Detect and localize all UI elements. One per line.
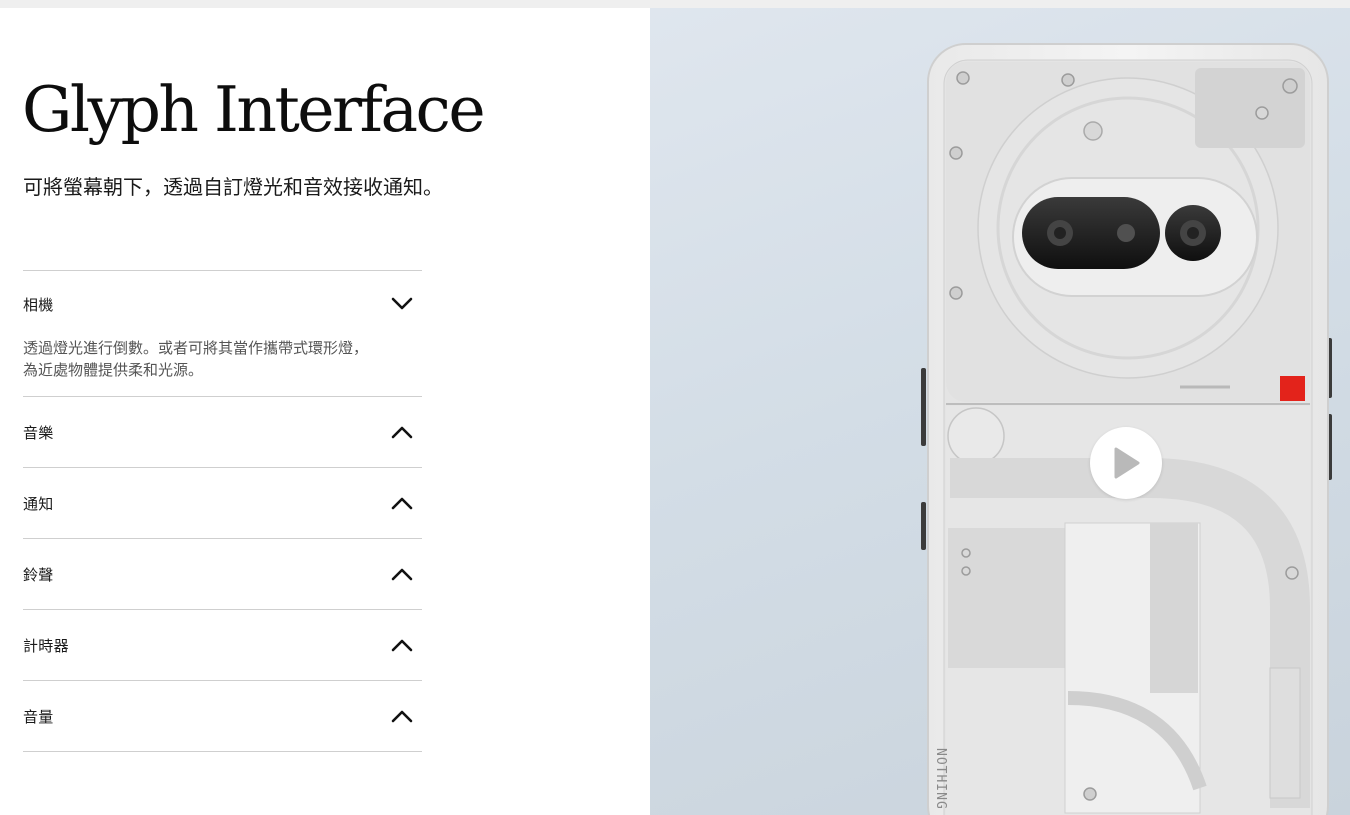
chevron-up-icon bbox=[390, 491, 414, 515]
accordion-body-camera: 透過燈光進行倒數。或者可將其當作攜帶式環形燈，為近處物體提供柔和光源。 bbox=[23, 339, 369, 379]
accordion-label: 相機 bbox=[23, 295, 54, 314]
accordion-label: 計時器 bbox=[23, 636, 69, 655]
accordion-label: 音樂 bbox=[23, 423, 54, 442]
accordion-header-volume[interactable]: 音量 bbox=[23, 681, 422, 751]
accordion-header-timer[interactable]: 計時器 bbox=[23, 610, 422, 680]
phone-image bbox=[921, 43, 1332, 815]
chevron-up-icon bbox=[390, 420, 414, 444]
accordion-label: 音量 bbox=[23, 707, 54, 726]
page-title: Glyph Interface bbox=[22, 73, 486, 146]
chevron-up-icon bbox=[390, 633, 414, 657]
chevron-up-icon bbox=[390, 704, 414, 728]
accordion-header-notification[interactable]: 通知 bbox=[23, 468, 422, 538]
accordion-header-music[interactable]: 音樂 bbox=[23, 397, 422, 467]
accordion-item-camera: 相機 透過燈光進行倒數。或者可將其當作攜帶式環形燈，為近處物體提供柔和光源。 bbox=[23, 271, 422, 397]
page-subtitle: 可將螢幕朝下，透過自訂燈光和音效接收通知。 bbox=[23, 175, 443, 199]
play-icon bbox=[1114, 447, 1140, 479]
chevron-up-icon bbox=[390, 562, 414, 586]
product-video[interactable]: NOTHING bbox=[650, 8, 1350, 815]
accordion-item-notification: 通知 bbox=[23, 468, 422, 539]
accordion-item-volume: 音量 bbox=[23, 681, 422, 752]
accordion-item-ringtone: 鈴聲 bbox=[23, 539, 422, 610]
accordion-item-timer: 計時器 bbox=[23, 610, 422, 681]
play-button[interactable] bbox=[1090, 427, 1162, 499]
accordion-header-ringtone[interactable]: 鈴聲 bbox=[23, 539, 422, 609]
chevron-down-icon bbox=[390, 292, 414, 316]
accordion-header-camera[interactable]: 相機 bbox=[23, 271, 422, 337]
top-strip bbox=[0, 0, 1350, 8]
accordion-label: 通知 bbox=[23, 494, 54, 513]
accordion-item-music: 音樂 bbox=[23, 397, 422, 468]
phone-brand-text: NOTHING bbox=[933, 748, 948, 810]
feature-accordion: 相機 透過燈光進行倒數。或者可將其當作攜帶式環形燈，為近處物體提供柔和光源。 音… bbox=[23, 270, 422, 752]
accordion-label: 鈴聲 bbox=[23, 565, 54, 584]
glyph-feature-panel: Glyph Interface 可將螢幕朝下，透過自訂燈光和音效接收通知。 相機… bbox=[0, 8, 650, 815]
